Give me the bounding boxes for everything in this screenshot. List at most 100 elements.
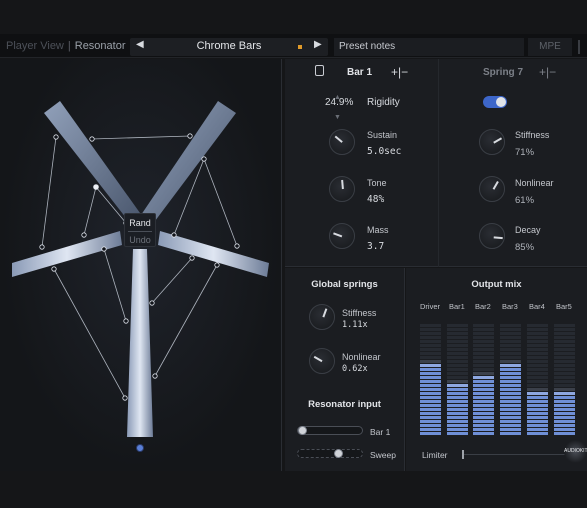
meter-segment	[527, 356, 548, 359]
rand-undo-panel: Rand Undo	[124, 213, 156, 247]
rand-button[interactable]: Rand	[125, 218, 155, 228]
meter-segment	[420, 360, 441, 363]
meter-segment	[527, 384, 548, 387]
bar-title: Bar 1	[347, 67, 373, 78]
preset-selector[interactable]: ◀ Chrome Bars ▶	[130, 38, 328, 56]
sustain-label: Sustain	[367, 130, 398, 140]
meter-segment	[420, 428, 441, 431]
meter-segment	[447, 352, 468, 355]
meter-segment	[554, 392, 575, 395]
meter-bar1[interactable]	[447, 320, 468, 436]
meter-bar2[interactable]	[473, 320, 494, 436]
player-view-tab[interactable]: Player View	[6, 40, 64, 52]
rigidity-value[interactable]: 24.9%	[325, 97, 353, 108]
meter-segment	[447, 360, 468, 363]
meter-segment	[420, 332, 441, 335]
meter-segment	[554, 336, 575, 339]
triangle-right-icon[interactable]: ▶	[314, 39, 322, 50]
meter-segment	[500, 420, 521, 423]
meter-label-bar5: Bar5	[556, 302, 572, 311]
driver-node[interactable]	[136, 444, 144, 452]
meter-segment	[447, 384, 468, 387]
decay-knob[interactable]	[479, 223, 505, 249]
mpe-button[interactable]: MPE	[528, 38, 572, 56]
nonlinear-value: 61%	[515, 195, 535, 206]
sweep-slider[interactable]	[297, 449, 363, 458]
bar1-input-slider[interactable]	[297, 426, 363, 435]
limiter-handle[interactable]	[462, 450, 464, 459]
meter-segment	[500, 388, 521, 391]
tone-knob[interactable]	[329, 176, 355, 202]
resonator-bar[interactable]	[127, 249, 153, 437]
spring-add-remove-buttons[interactable]: +|−	[539, 65, 556, 79]
meter-segment	[527, 416, 548, 419]
meter-segment	[420, 388, 441, 391]
limiter-track[interactable]	[462, 454, 566, 455]
rigidity-stepper-arrows[interactable]: ▲ ▼	[334, 88, 341, 128]
meter-segment	[527, 412, 548, 415]
meter-segment	[447, 424, 468, 427]
meter-segment	[447, 364, 468, 367]
spring-enable-toggle[interactable]	[483, 96, 507, 108]
meter-segment	[473, 392, 494, 395]
preset-notes-field[interactable]: Preset notes	[334, 38, 524, 56]
meter-segment	[500, 324, 521, 327]
meter-segment	[500, 364, 521, 367]
resonator-canvas[interactable]: Rand Undo	[0, 59, 282, 471]
meter-segment	[473, 384, 494, 387]
sustain-knob[interactable]	[329, 129, 355, 155]
meter-segment	[447, 348, 468, 351]
meter-segment	[500, 408, 521, 411]
resonator-bar[interactable]	[44, 101, 140, 223]
meter-segment	[420, 324, 441, 327]
meter-label-driver: Driver	[420, 302, 440, 311]
sweep-label: Sweep	[370, 450, 396, 460]
global-nonlinear-knob[interactable]	[309, 348, 335, 374]
meter-segment	[420, 408, 441, 411]
meter-segment	[500, 360, 521, 363]
meter-segment	[500, 336, 521, 339]
meter-segment	[500, 344, 521, 347]
meter-segment	[473, 376, 494, 379]
meter-segment	[473, 340, 494, 343]
meter-segment	[420, 376, 441, 379]
tone-label: Tone	[367, 178, 387, 188]
meter-segment	[527, 396, 548, 399]
resonator-structure[interactable]	[0, 59, 282, 471]
undo-button[interactable]: Undo	[125, 235, 155, 245]
meter-segment	[527, 408, 548, 411]
meter-segment	[527, 336, 548, 339]
meter-segment	[500, 412, 521, 415]
meter-segment	[420, 372, 441, 375]
lock-icon[interactable]	[315, 65, 324, 76]
global-stiffness-knob[interactable]	[309, 304, 335, 330]
resonator-input-title: Resonator input	[308, 399, 381, 410]
meter-segment	[500, 332, 521, 335]
meter-bar4[interactable]	[527, 320, 548, 436]
meter-segment	[527, 376, 548, 379]
meter-segment	[420, 364, 441, 367]
bar-add-remove-buttons[interactable]: +|−	[391, 65, 408, 79]
meter-segment	[447, 412, 468, 415]
meter-segment	[447, 372, 468, 375]
meter-bar3[interactable]	[500, 320, 521, 436]
resonator-bar[interactable]	[158, 231, 269, 277]
meter-segment	[554, 348, 575, 351]
meter-segment	[473, 404, 494, 407]
resonator-view-tab[interactable]: Resonator	[75, 40, 126, 52]
meter-segment	[527, 392, 548, 395]
meter-driver[interactable]	[420, 320, 441, 436]
limiter-label: Limiter	[422, 450, 448, 460]
global-springs-title: Global springs	[311, 279, 378, 290]
meter-segment	[447, 408, 468, 411]
meter-segment	[447, 328, 468, 331]
meter-segment	[420, 352, 441, 355]
stiffness-knob[interactable]	[479, 129, 505, 155]
meter-segment	[554, 340, 575, 343]
nonlinear-knob[interactable]	[479, 176, 505, 202]
meter-bar5[interactable]	[554, 320, 575, 436]
mass-knob[interactable]	[329, 223, 355, 249]
app-window: Player View | Resonator ◀ Chrome Bars ▶ Pr…	[0, 0, 587, 508]
meter-segment	[447, 336, 468, 339]
meter-segment	[500, 384, 521, 387]
